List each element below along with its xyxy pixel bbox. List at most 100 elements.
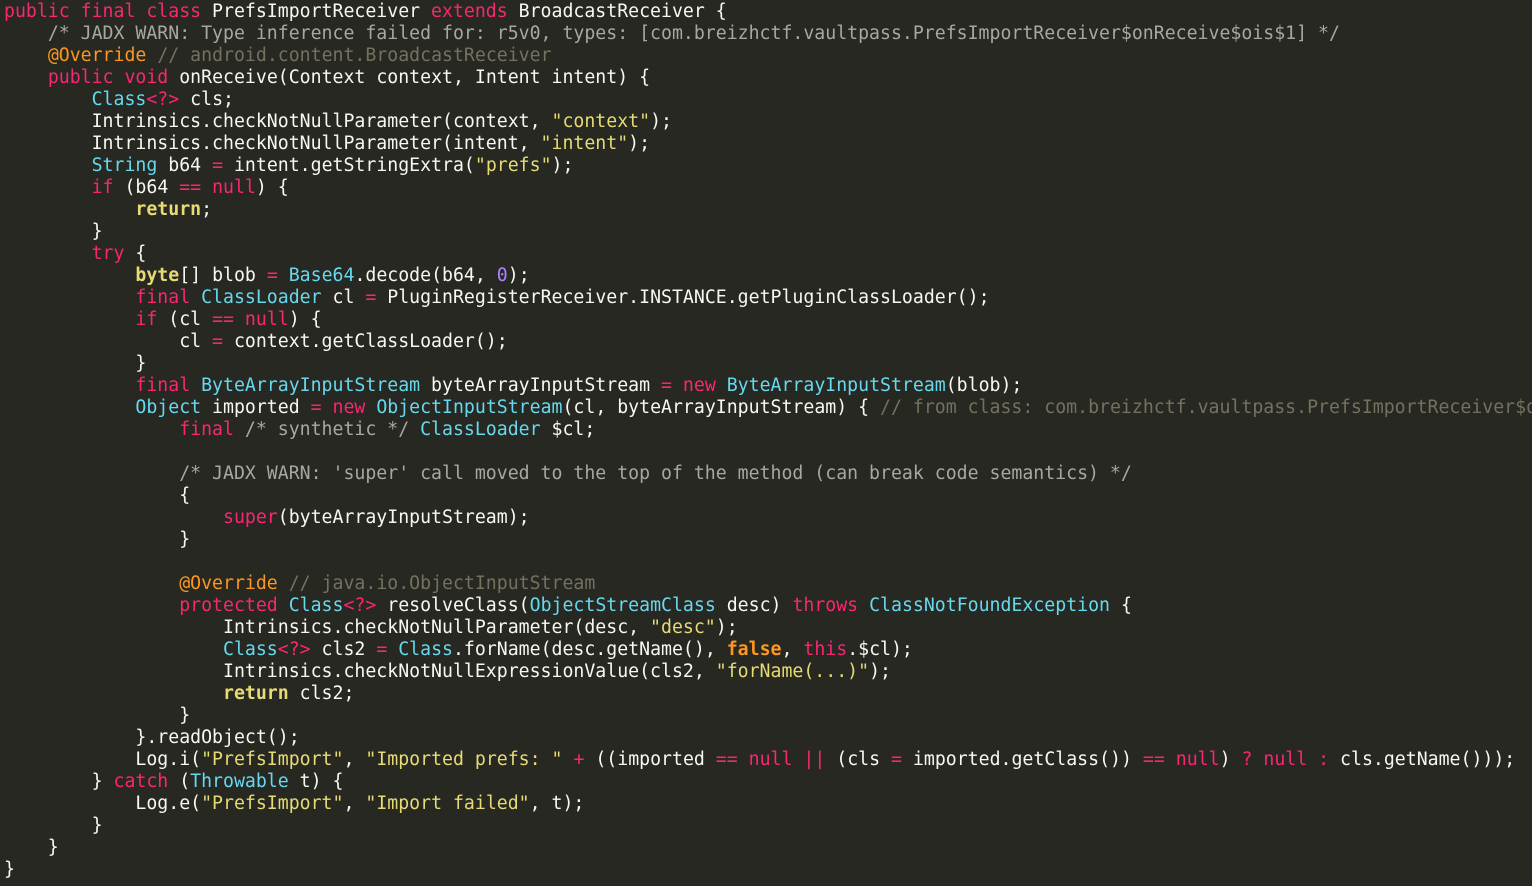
type-token: ByteArrayInputStream — [726, 375, 946, 396]
code-token: cls.getName())); — [1329, 749, 1516, 770]
code-token: (cl, byteArrayInputStream) { — [562, 397, 881, 418]
code-line: final ByteArrayInputStream byteArrayInpu… — [4, 375, 1022, 397]
code-line: @Override // android.content.BroadcastRe… — [4, 45, 552, 67]
keyword-token: = — [266, 265, 278, 286]
comment-token: /* JADX WARN: 'super' call moved to the … — [179, 463, 1132, 484]
keyword-token: <?> — [277, 639, 311, 660]
code-token: imported.getClass()) — [901, 749, 1143, 770]
code-line: Intrinsics.checkNotNullParameter(context… — [4, 111, 672, 133]
code-token: } — [4, 859, 15, 880]
code-token: Intrinsics.checkNotNullExpressionValue(c… — [4, 661, 716, 682]
code-token: BroadcastReceiver { — [518, 1, 727, 22]
string-token: "PrefsImport" — [201, 793, 344, 814]
code-token: (cls — [825, 749, 892, 770]
code-token: ) { — [255, 177, 289, 198]
keyword-token: extends — [431, 1, 519, 22]
code-line: } — [4, 529, 190, 551]
code-line: Intrinsics.checkNotNullExpressionValue(c… — [4, 661, 891, 683]
code-token: context.getClassLoader(); — [223, 331, 508, 352]
code-token: , t); — [529, 793, 585, 814]
keyword-token: <?> — [146, 89, 180, 110]
code-token: cl — [321, 287, 366, 308]
code-token: Intrinsics.checkNotNullParameter(desc, — [4, 617, 651, 638]
code-line: } catch (Throwable t) { — [4, 771, 344, 793]
code-token: cl — [4, 331, 213, 352]
code-token: Intrinsics.checkNotNullParameter(context… — [4, 111, 552, 132]
type-token: ClassLoader — [420, 419, 541, 440]
keyword-token: new — [332, 397, 377, 418]
string-token: "forName(...)" — [715, 661, 870, 682]
code-line: } — [4, 815, 103, 837]
code-token: PluginRegisterReceiver.INSTANCE.getPlugi… — [376, 287, 990, 308]
keyword-token: public void — [47, 67, 180, 88]
code-token: , — [343, 793, 366, 814]
code-line: } — [4, 705, 190, 727]
code-editor[interactable]: public final class PrefsImportReceiver e… — [0, 0, 1532, 886]
comment-token: /* JADX WARN: Type inference failed for:… — [47, 23, 1340, 44]
keyword-token: = — [212, 331, 223, 352]
code-line: /* JADX WARN: 'super' call moved to the … — [4, 463, 1132, 485]
keyword-token: = — [661, 375, 672, 396]
code-token: , — [343, 749, 366, 770]
code-line: @Override // java.io.ObjectInputStream — [4, 573, 595, 595]
code-token: ); — [551, 155, 574, 176]
keyword-token: final — [135, 287, 202, 308]
code-line: if (b64 == null) { — [4, 177, 289, 199]
code-line: } — [4, 221, 103, 243]
code-token: ); — [715, 617, 738, 638]
keyword-token: null — [244, 309, 289, 330]
code-token: ) { — [288, 309, 322, 330]
number-token: 0 — [496, 265, 508, 286]
code-line: } — [4, 859, 15, 881]
keyword-token: = — [310, 397, 322, 418]
code-token: imported — [201, 397, 311, 418]
string-token: "PrefsImport" — [201, 749, 344, 770]
code-token: b64 — [157, 155, 213, 176]
code-token: resolveClass( — [376, 595, 530, 616]
code-line: } — [4, 837, 59, 859]
string-token: "intent" — [540, 133, 629, 154]
type-token: Class — [91, 89, 147, 110]
code-token: , — [781, 639, 804, 660]
code-token: } — [4, 837, 59, 858]
code-token: (cl — [157, 309, 213, 330]
type-token: ByteArrayInputStream — [201, 375, 421, 396]
code-line: final ClassLoader cl = PluginRegisterRec… — [4, 287, 990, 309]
keyword-token: == — [715, 749, 738, 770]
code-token: (blob); — [945, 375, 1023, 396]
code-line: /* JADX WARN: Type inference failed for:… — [4, 23, 1340, 45]
code-line: try { — [4, 243, 147, 265]
keyword-token: if — [91, 177, 114, 198]
code-token: ) — [1219, 749, 1242, 770]
keyword-token: null — [212, 177, 256, 198]
keyword-token: protected — [179, 595, 289, 616]
code-token: [] blob — [179, 265, 267, 286]
code-token: .$cl); — [847, 639, 913, 660]
code-token: } — [4, 771, 114, 792]
string-token: "prefs" — [474, 155, 552, 176]
code-line: { — [4, 485, 190, 507]
code-token: }.readObject(); — [4, 727, 300, 748]
code-token: intent.getStringExtra( — [223, 155, 475, 176]
annotation-token: @Override — [179, 573, 278, 594]
keyword-token: this — [803, 639, 848, 660]
keyword-token: = — [891, 749, 902, 770]
code-token: $cl; — [540, 419, 596, 440]
code-line: } — [4, 353, 146, 375]
